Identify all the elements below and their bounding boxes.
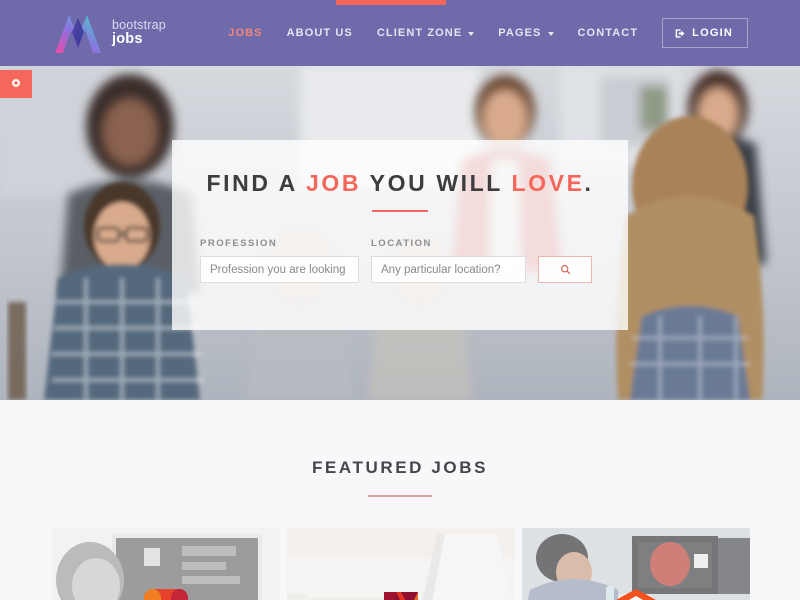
site-header: bootstrap jobs JOBS ABOUT US CLIENT ZONE…	[0, 0, 800, 66]
profession-input[interactable]	[200, 256, 359, 283]
page-root: bootstrap jobs JOBS ABOUT US CLIENT ZONE…	[0, 0, 800, 600]
job-card-company-logo	[616, 589, 656, 600]
featured-jobs-list	[52, 528, 750, 600]
chevron-down-icon	[468, 32, 475, 36]
job-card[interactable]	[287, 528, 515, 600]
nav-label: ABOUT US	[286, 27, 353, 39]
nav-label: JOBS	[228, 27, 263, 39]
hero-title-part1: FIND A	[206, 170, 307, 196]
profession-label: PROFESSION	[200, 238, 278, 249]
nav-item-client-zone[interactable]: CLIENT ZONE	[365, 21, 486, 45]
job-card-company-logo	[144, 589, 188, 600]
profession-field-group: PROFESSION	[200, 238, 359, 283]
hero-title-highlight-job: JOB	[306, 170, 362, 196]
location-input[interactable]	[371, 256, 526, 283]
logo[interactable]: bootstrap jobs	[52, 12, 166, 54]
nav-label: PAGES	[498, 27, 542, 39]
login-button[interactable]: LOGIN	[662, 18, 748, 48]
location-label: LOCATION	[371, 238, 432, 249]
featured-jobs-title: FEATURED JOBS	[311, 458, 489, 477]
chevron-down-icon	[547, 32, 554, 36]
nav-item-about-us[interactable]: ABOUT US	[275, 21, 365, 45]
featured-title-underline	[368, 495, 432, 497]
brand-mark-icon	[55, 15, 101, 53]
hero-title-highlight-love: LOVE	[511, 170, 585, 196]
job-card[interactable]	[52, 528, 280, 600]
gear-icon	[11, 78, 21, 88]
hero-title-part2: YOU WILL	[361, 170, 512, 196]
main-nav: JOBS ABOUT US CLIENT ZONE PAGES CONTACT	[216, 0, 748, 66]
nav-label: CONTACT	[577, 27, 639, 39]
featured-jobs-section: FEATURED JOBS	[0, 400, 800, 600]
hero-search-panel: FIND A JOB YOU WILL LOVE. PROFESSION LOC…	[172, 140, 628, 330]
nav-item-jobs[interactable]: JOBS	[216, 21, 274, 45]
nav-item-contact[interactable]: CONTACT	[566, 21, 651, 45]
job-card[interactable]	[522, 528, 750, 600]
logo-text: bootstrap jobs	[112, 17, 166, 47]
hero-title-period: .	[584, 170, 594, 196]
search-submit-button[interactable]	[538, 256, 592, 283]
top-accent-bar	[336, 0, 446, 5]
login-button-label: LOGIN	[692, 27, 733, 39]
job-search-form: PROFESSION LOCATION	[172, 212, 628, 283]
logo-line-2: jobs	[112, 30, 143, 47]
sign-in-icon	[675, 28, 685, 38]
nav-label: CLIENT ZONE	[376, 27, 463, 39]
location-field-group: LOCATION	[371, 238, 526, 283]
search-icon	[560, 264, 570, 275]
logo-line-1: bootstrap	[112, 17, 166, 32]
nav-item-pages[interactable]: PAGES	[486, 21, 565, 45]
job-card-company-logo	[384, 592, 418, 600]
hero-section: FIND A JOB YOU WILL LOVE. PROFESSION LOC…	[0, 66, 800, 400]
hero-title: FIND A JOB YOU WILL LOVE.	[172, 170, 628, 197]
settings-tab-button[interactable]	[0, 70, 32, 98]
